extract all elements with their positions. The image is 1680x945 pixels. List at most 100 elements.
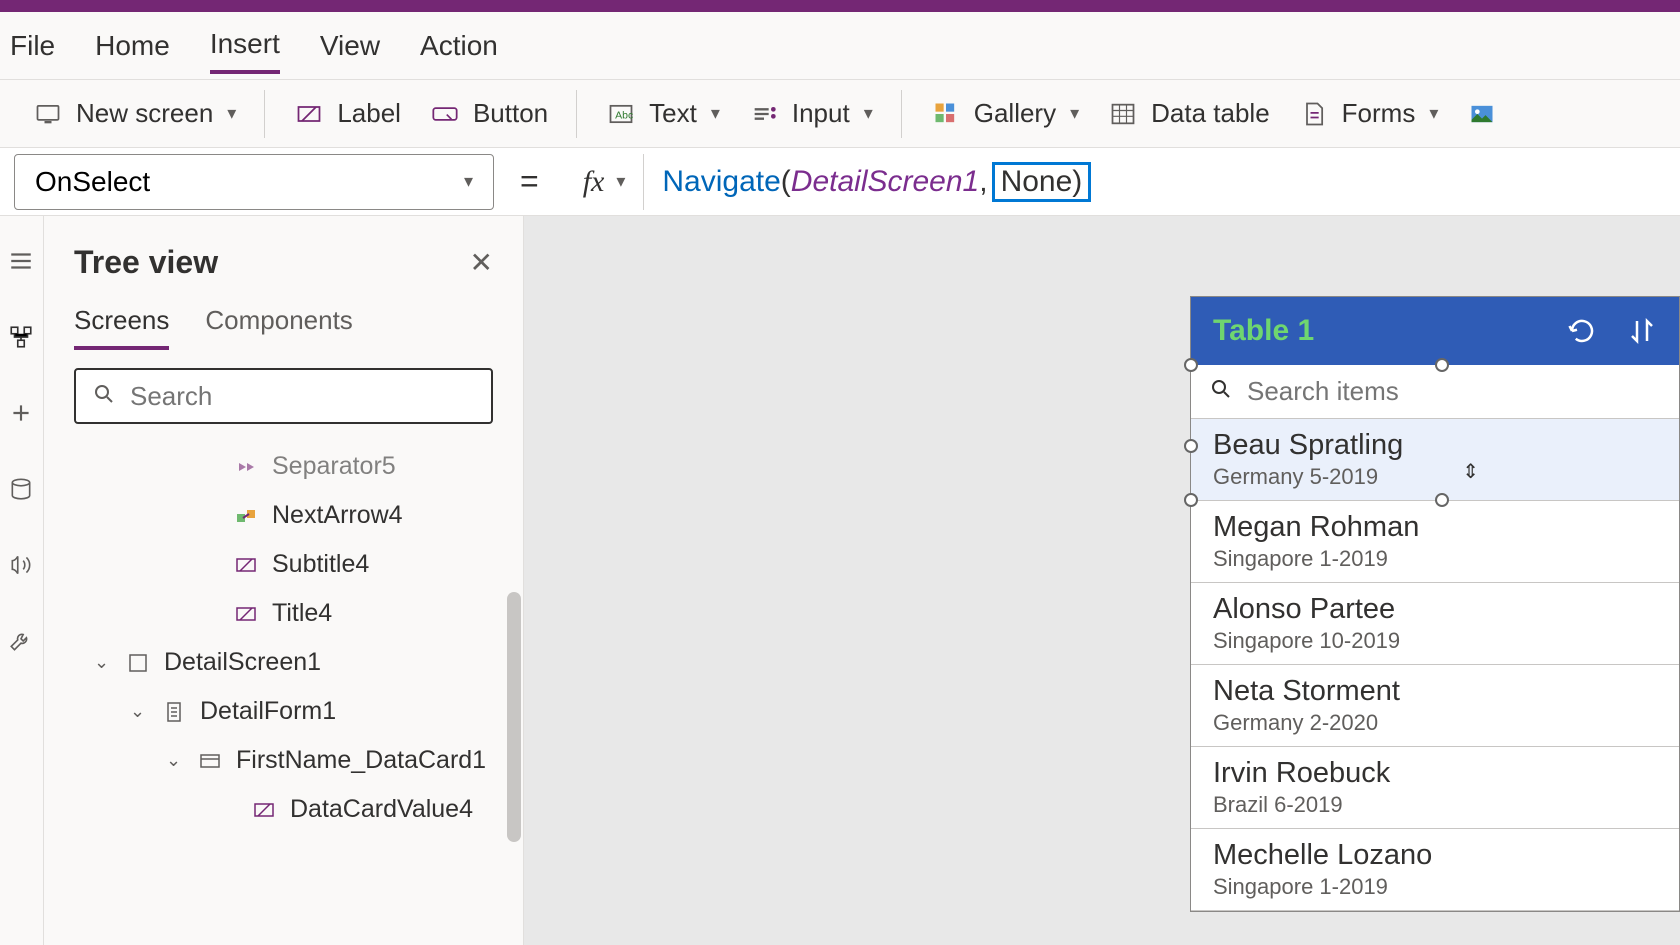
tree-node-title4[interactable]: Title4 bbox=[44, 589, 523, 638]
forms-button[interactable]: Forms ▾ bbox=[1298, 98, 1439, 130]
tree-node-label: DetailScreen1 bbox=[164, 648, 321, 677]
comma: , bbox=[979, 165, 987, 199]
expand-icon[interactable]: ⌄ bbox=[94, 652, 112, 673]
tree-view-icon[interactable] bbox=[8, 324, 36, 352]
gallery-row[interactable]: Irvin RoebuckBrazil 6-2019 bbox=[1191, 747, 1679, 829]
tools-icon[interactable] bbox=[8, 628, 36, 656]
row-subtitle: Germany 2-2020 bbox=[1213, 710, 1657, 736]
formula-arg-highlight: None) bbox=[992, 162, 1092, 202]
menu-home[interactable]: Home bbox=[95, 20, 170, 72]
property-selector[interactable]: OnSelect ▾ bbox=[14, 154, 494, 210]
tree-node-label: DataCardValue4 bbox=[290, 795, 473, 824]
row-title: Neta Storment bbox=[1213, 675, 1657, 708]
tree-node-firstname_datacard1[interactable]: ⌄ FirstName_DataCard1 bbox=[44, 736, 523, 785]
datatable-icon bbox=[1107, 98, 1139, 130]
image-icon bbox=[1466, 98, 1498, 130]
tree-node-label: FirstName_DataCard1 bbox=[236, 746, 486, 775]
menu-insert[interactable]: Insert bbox=[210, 18, 280, 74]
expand-icon[interactable]: ⌄ bbox=[166, 750, 184, 771]
tree-search[interactable] bbox=[74, 368, 493, 424]
row-subtitle: Brazil 6-2019 bbox=[1213, 792, 1657, 818]
formula-arg1: DetailScreen1 bbox=[791, 165, 979, 199]
ribbon: New screen ▾ Label Button Abc Text ▾ bbox=[0, 80, 1680, 148]
form-icon bbox=[160, 698, 188, 726]
tree-node-separator5[interactable]: Separator5 bbox=[44, 442, 523, 491]
expand-icon[interactable]: ⌄ bbox=[130, 701, 148, 722]
preview-search-input[interactable] bbox=[1247, 376, 1661, 407]
formula-fn: Navigate bbox=[662, 165, 780, 199]
selection-handle[interactable] bbox=[1184, 439, 1198, 453]
formula-input[interactable]: Navigate(DetailScreen1, None) bbox=[662, 162, 1091, 202]
label-icon bbox=[293, 98, 325, 130]
row-title: Megan Rohman bbox=[1213, 511, 1657, 544]
tree-node-datacardvalue4[interactable]: DataCardValue4 bbox=[44, 785, 523, 834]
chevron-down-icon: ▾ bbox=[616, 171, 625, 192]
input-button[interactable]: Input ▾ bbox=[748, 98, 873, 130]
label-label: Label bbox=[337, 98, 401, 129]
canvas[interactable]: Table 1 Beau SpratlingGermany 5-2019⇕Meg… bbox=[524, 216, 1680, 945]
tab-components[interactable]: Components bbox=[205, 305, 352, 350]
fx-button[interactable]: fx ▾ bbox=[565, 154, 645, 210]
media-button[interactable] bbox=[1466, 98, 1498, 130]
title-bar bbox=[0, 0, 1680, 12]
tree-node-nextarrow4[interactable]: NextArrow4 bbox=[44, 491, 523, 540]
tree-node-label: Subtitle4 bbox=[272, 550, 369, 579]
tree-node-detailform1[interactable]: ⌄ DetailForm1 bbox=[44, 687, 523, 736]
gallery-row[interactable]: Mechelle LozanoSingapore 1-2019 bbox=[1191, 829, 1679, 911]
menu-file[interactable]: File bbox=[10, 20, 55, 72]
gallery-icon bbox=[930, 98, 962, 130]
formula-bar: OnSelect ▾ = fx ▾ Navigate(DetailScreen1… bbox=[0, 148, 1680, 216]
gallery-row[interactable]: Alonso ParteeSingapore 10-2019 bbox=[1191, 583, 1679, 665]
gallery-button[interactable]: Gallery ▾ bbox=[930, 98, 1079, 130]
label-button[interactable]: Label bbox=[293, 98, 401, 130]
tree-body: Separator5NextArrow4 Subtitle4 Title4 ⌄ Deta… bbox=[44, 442, 523, 945]
chevron-down-icon: ▾ bbox=[711, 103, 720, 124]
hamburger-icon[interactable] bbox=[8, 248, 36, 276]
chevron-down-icon: ▾ bbox=[227, 103, 236, 124]
input-icon bbox=[748, 98, 780, 130]
property-name: OnSelect bbox=[35, 166, 150, 198]
scrollbar[interactable] bbox=[507, 592, 521, 842]
button-button[interactable]: Button bbox=[429, 98, 548, 130]
refresh-icon[interactable] bbox=[1567, 316, 1597, 346]
screen-icon bbox=[124, 649, 152, 677]
tree-view-title: Tree view bbox=[74, 244, 218, 281]
menu-view[interactable]: View bbox=[320, 20, 380, 72]
preview-search[interactable] bbox=[1191, 365, 1679, 419]
selection-handle[interactable] bbox=[1435, 358, 1449, 372]
row-subtitle: Singapore 1-2019 bbox=[1213, 546, 1657, 572]
tree-node-detailscreen1[interactable]: ⌄ DetailScreen1 bbox=[44, 638, 523, 687]
screen-icon bbox=[32, 98, 64, 130]
svg-text:Abc: Abc bbox=[615, 109, 633, 121]
menu-action[interactable]: Action bbox=[420, 20, 498, 72]
chevron-down-icon: ▾ bbox=[1429, 103, 1438, 124]
new-screen-button[interactable]: New screen ▾ bbox=[32, 98, 236, 130]
media-icon[interactable] bbox=[8, 552, 36, 580]
tree-search-input[interactable] bbox=[130, 381, 475, 412]
resize-cursor-icon: ⇕ bbox=[1462, 459, 1479, 484]
tree-node-subtitle4[interactable]: Subtitle4 bbox=[44, 540, 523, 589]
tree-view-panel: Tree view ✕ Screens Components Separator… bbox=[44, 216, 524, 945]
menu-bar: File Home Insert View Action bbox=[0, 12, 1680, 80]
tab-screens[interactable]: Screens bbox=[74, 305, 169, 350]
divider bbox=[901, 90, 902, 138]
datatable-button[interactable]: Data table bbox=[1107, 98, 1270, 130]
close-icon[interactable]: ✕ bbox=[470, 246, 493, 279]
sort-icon[interactable] bbox=[1627, 316, 1657, 346]
text-icon bbox=[232, 551, 260, 579]
preview-title[interactable]: Table 1 bbox=[1213, 314, 1314, 348]
text-button[interactable]: Abc Text ▾ bbox=[605, 98, 720, 130]
fx-label: fx bbox=[583, 165, 605, 199]
gallery-row[interactable]: Megan RohmanSingapore 1-2019 bbox=[1191, 501, 1679, 583]
paren-open: ( bbox=[781, 165, 791, 199]
row-title: Alonso Partee bbox=[1213, 593, 1657, 626]
data-icon[interactable] bbox=[8, 476, 36, 504]
row-title: Beau Spratling bbox=[1213, 429, 1657, 462]
selection-handle[interactable] bbox=[1184, 358, 1198, 372]
sep-icon bbox=[232, 453, 260, 481]
gallery-row[interactable]: Neta StormentGermany 2-2020 bbox=[1191, 665, 1679, 747]
insert-icon[interactable] bbox=[8, 400, 36, 428]
row-subtitle: Singapore 1-2019 bbox=[1213, 874, 1657, 900]
tree-node-label: DetailForm1 bbox=[200, 697, 336, 726]
gallery-row[interactable]: Beau SpratlingGermany 5-2019⇕ bbox=[1191, 419, 1679, 501]
